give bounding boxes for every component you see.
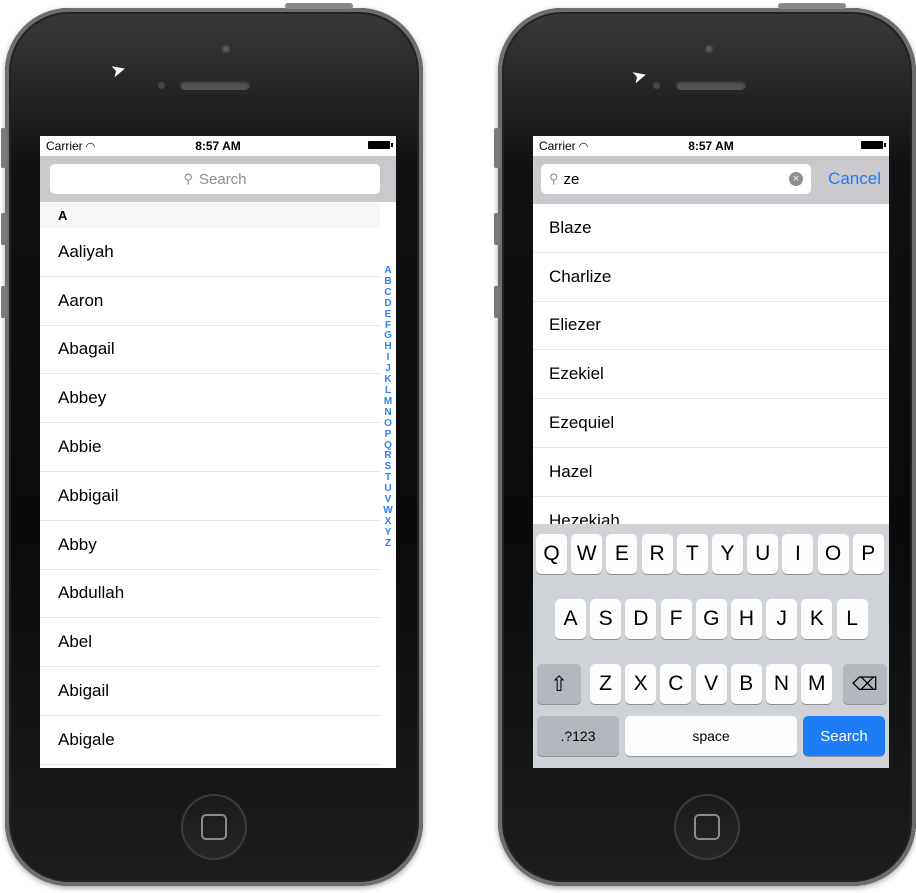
key-h[interactable]: H xyxy=(731,599,762,639)
front-camera xyxy=(221,44,231,54)
results-list: Blaze Charlize Eliezer Ezekiel Ezequiel Hazel… xyxy=(533,204,889,546)
volume-up-button xyxy=(494,213,500,245)
front-camera xyxy=(704,44,714,54)
screen: Carrier ◠ 8:57 AM ⚲ Search A Aaliyah Aaron… xyxy=(40,136,396,768)
key-o[interactable]: O xyxy=(817,534,849,574)
status-time: 8:57 AM xyxy=(195,139,241,153)
earpiece-speaker xyxy=(676,80,746,90)
status-bar: Carrier ◠ 8:57 AM xyxy=(40,136,396,156)
key-w[interactable]: W xyxy=(571,534,603,574)
section-header: A xyxy=(40,202,380,228)
key-n[interactable]: N xyxy=(766,664,797,704)
key-p[interactable]: P xyxy=(852,534,884,574)
list-item[interactable]: Abagail xyxy=(40,326,380,375)
search-placeholder: Search xyxy=(199,170,247,188)
numbers-key[interactable]: .?123 xyxy=(537,716,619,756)
list-item[interactable]: Eliezer xyxy=(533,302,889,351)
key-s[interactable]: S xyxy=(590,599,622,639)
home-button[interactable] xyxy=(181,794,247,860)
cancel-button[interactable]: Cancel xyxy=(828,169,881,189)
search-input[interactable]: ⚲ ze × xyxy=(541,164,811,194)
delete-key[interactable]: ⌫ xyxy=(843,664,887,704)
list-item[interactable]: Ezequiel xyxy=(533,399,889,448)
sensor xyxy=(653,82,660,89)
key-b[interactable]: B xyxy=(730,664,762,704)
list-item[interactable]: Aaliyah xyxy=(40,228,380,277)
phone-left: ➤ Carrier ◠ 8:57 AM ⚲ Search A Aaliyah Aar… xyxy=(1,3,423,886)
search-key[interactable]: Search xyxy=(803,716,885,756)
cursor-icon: ➤ xyxy=(108,58,129,82)
key-q[interactable]: Q xyxy=(536,534,567,574)
key-m[interactable]: M xyxy=(801,664,833,704)
key-c[interactable]: C xyxy=(660,664,692,704)
key-a[interactable]: A xyxy=(555,599,586,639)
cursor-icon: ➤ xyxy=(629,64,650,88)
search-input[interactable]: ⚲ Search xyxy=(50,164,380,194)
index-letter[interactable]: D xyxy=(384,298,391,310)
list-item[interactable]: Abby xyxy=(40,521,380,570)
key-i[interactable]: I xyxy=(782,534,814,574)
shift-icon: ⇧ xyxy=(550,672,568,696)
list-item[interactable]: Abbigail xyxy=(40,472,380,521)
search-icon: ⚲ xyxy=(549,171,559,186)
phone-right: ➤ Carrier ◠ 8:57 AM ⚲ ze × Cancel Blaze Ch… xyxy=(494,3,916,886)
key-d[interactable]: D xyxy=(625,599,657,639)
list-item[interactable]: Abigale xyxy=(40,716,380,765)
sensor xyxy=(158,82,165,89)
search-icon: ⚲ xyxy=(183,171,193,186)
clear-icon[interactable]: × xyxy=(789,172,803,186)
index-letter[interactable]: P xyxy=(385,429,392,441)
index-letter[interactable]: E xyxy=(385,309,392,321)
list-item[interactable]: Blaze xyxy=(533,204,889,253)
space-key[interactable]: space xyxy=(625,716,797,756)
power-button xyxy=(285,3,353,9)
key-v[interactable]: V xyxy=(695,664,727,704)
backspace-icon: ⌫ xyxy=(852,673,878,694)
home-button[interactable] xyxy=(674,794,740,860)
key-x[interactable]: X xyxy=(625,664,657,704)
key-e[interactable]: E xyxy=(606,534,638,574)
list-item[interactable]: Ezekiel xyxy=(533,350,889,400)
volume-down-button xyxy=(1,286,7,318)
mute-switch xyxy=(494,128,500,168)
keyboard: ⇧ ⌫ .?123 space Search QWERTYUIOP ASDFGHJ… xyxy=(533,524,889,768)
battery-icon xyxy=(368,141,393,149)
key-g[interactable]: G xyxy=(695,599,727,639)
list-item[interactable]: Abel xyxy=(40,618,380,668)
list-item[interactable]: Abbey xyxy=(40,374,380,424)
key-y[interactable]: Y xyxy=(712,534,743,574)
earpiece-speaker xyxy=(180,80,250,90)
battery-icon xyxy=(861,141,886,149)
volume-up-button xyxy=(1,213,7,245)
list-item[interactable]: Charlize xyxy=(533,253,889,302)
index-letter[interactable]: O xyxy=(384,418,392,430)
list-item[interactable]: Aaron xyxy=(40,277,380,326)
key-j[interactable]: J xyxy=(766,599,798,639)
name-list: Aaliyah Aaron Abagail Abbey Abbie Abbigail Abb… xyxy=(40,228,396,765)
screen: Carrier ◠ 8:57 AM ⚲ ze × Cancel Blaze Char… xyxy=(533,136,889,768)
status-bar: Carrier ◠ 8:57 AM xyxy=(533,136,889,156)
index-letter[interactable]: Z xyxy=(385,538,391,550)
section-index[interactable]: ABCDEFGHIJKLMNOPQRSTUVWXYZ xyxy=(382,265,394,550)
key-k[interactable]: K xyxy=(801,599,833,639)
key-f[interactable]: F xyxy=(660,599,692,639)
power-button xyxy=(778,3,846,9)
search-query: ze xyxy=(563,170,580,188)
shift-key[interactable]: ⇧ xyxy=(537,664,581,704)
search-bar: ⚲ Search xyxy=(40,156,396,202)
list-item[interactable]: Abbie xyxy=(40,423,380,472)
search-bar: ⚲ ze × Cancel xyxy=(533,156,889,204)
list-item[interactable]: Abdullah xyxy=(40,570,380,619)
status-time: 8:57 AM xyxy=(688,139,734,153)
key-l[interactable]: L xyxy=(836,599,868,639)
volume-down-button xyxy=(494,286,500,318)
mute-switch xyxy=(1,128,7,168)
key-r[interactable]: R xyxy=(641,534,673,574)
key-u[interactable]: U xyxy=(747,534,779,574)
key-t[interactable]: T xyxy=(676,534,708,574)
list-item[interactable]: Hazel xyxy=(533,448,889,497)
list-item[interactable]: Abigail xyxy=(40,667,380,716)
key-z[interactable]: Z xyxy=(590,664,621,704)
